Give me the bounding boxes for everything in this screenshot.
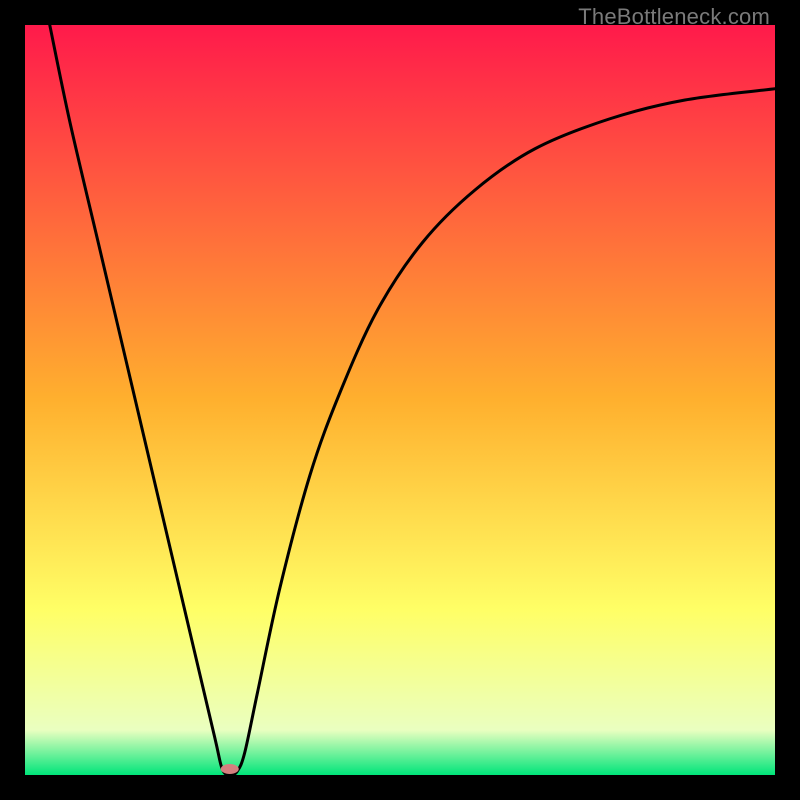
- bottleneck-chart: [25, 25, 775, 775]
- watermark-text: TheBottleneck.com: [578, 4, 770, 30]
- chart-frame: [25, 25, 775, 775]
- minimum-marker: [221, 764, 239, 774]
- chart-background: [25, 25, 775, 775]
